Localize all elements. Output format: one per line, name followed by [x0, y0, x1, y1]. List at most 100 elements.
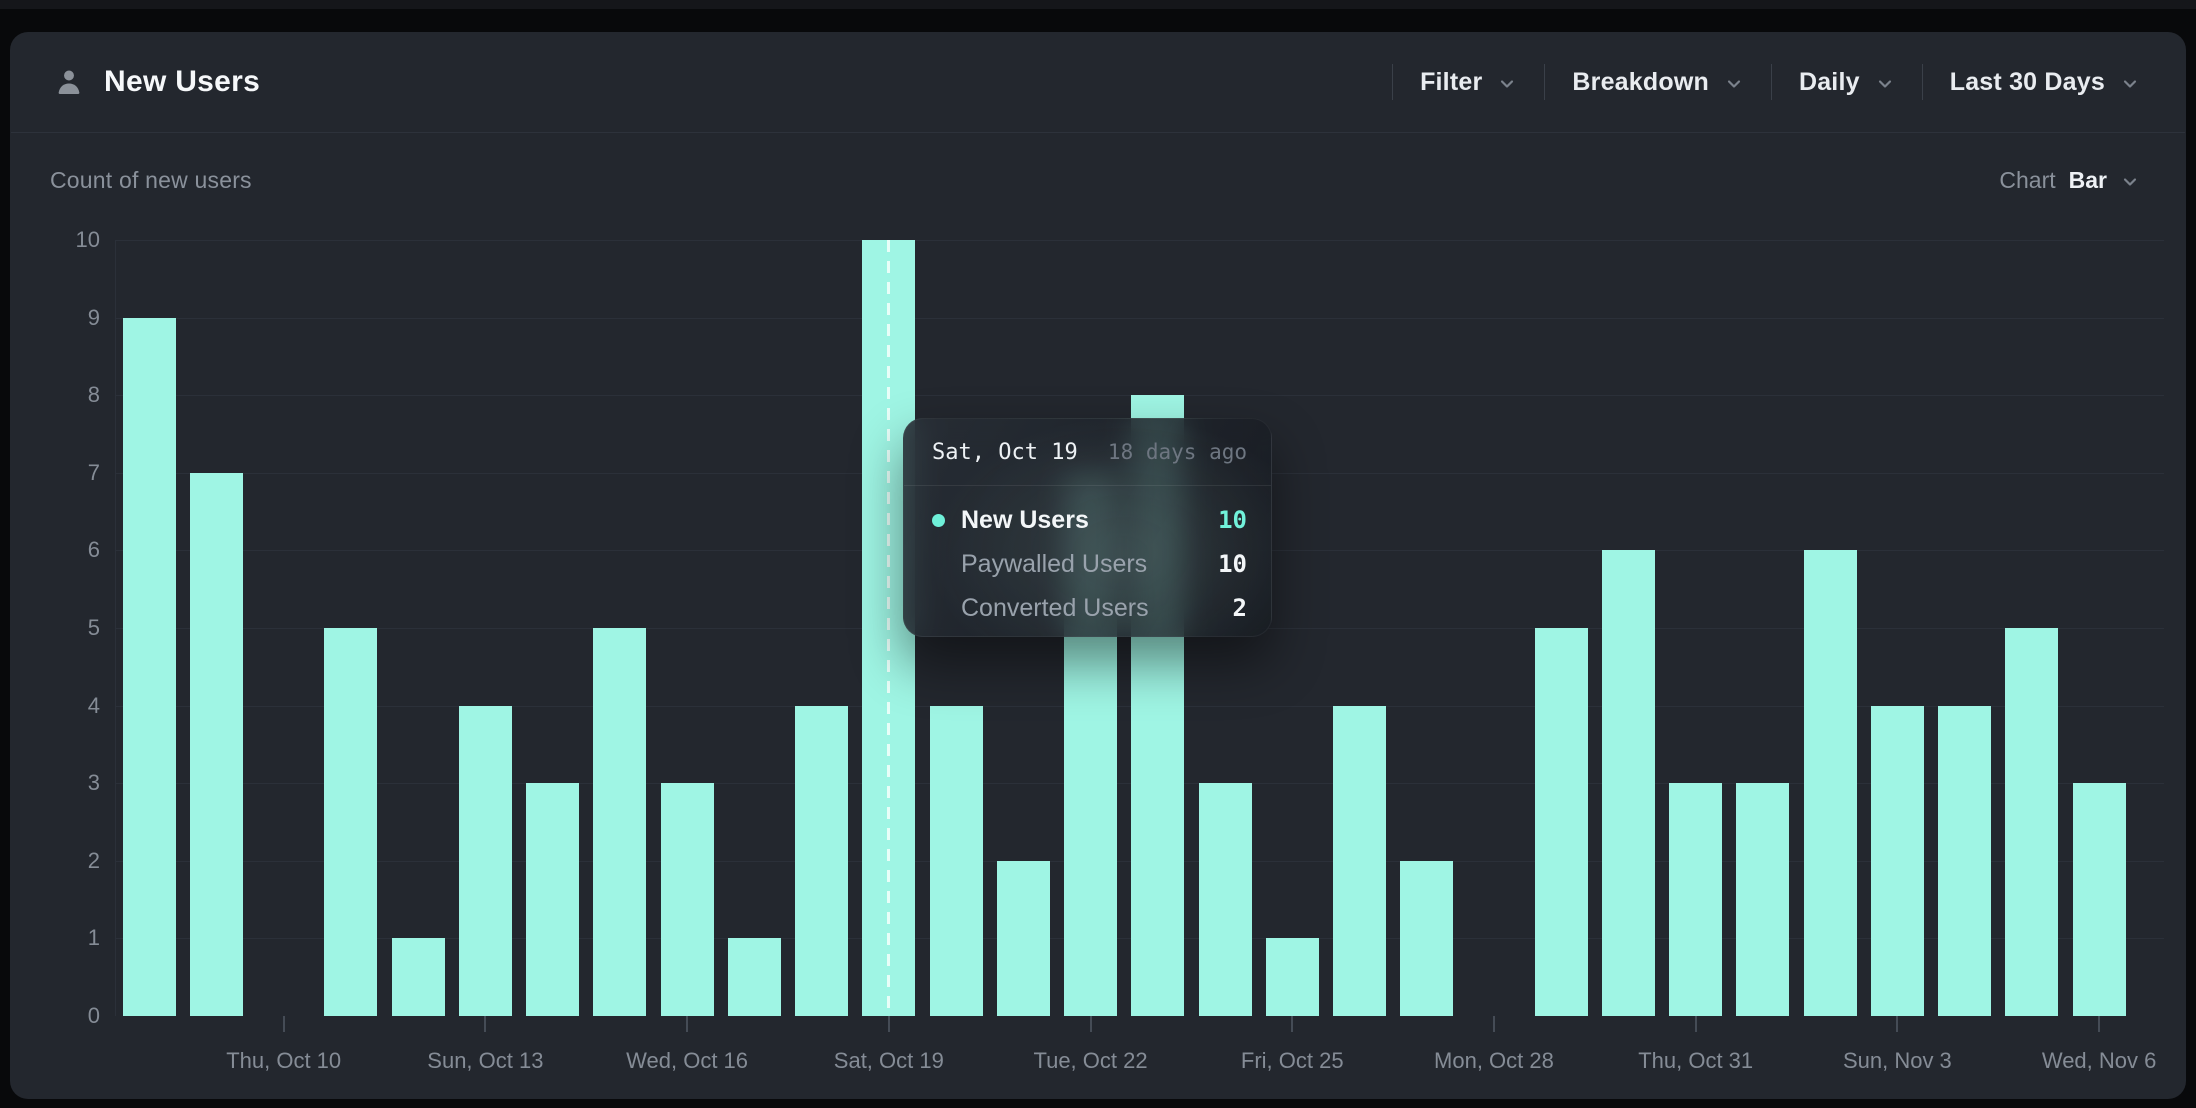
- bar[interactable]: [1333, 706, 1386, 1016]
- chart-subheader: Count of new users Chart Bar: [10, 150, 2186, 210]
- x-axis-tick: [1493, 1016, 1495, 1032]
- tooltip-row-converted-users: Converted Users 2: [932, 586, 1247, 630]
- chart-type-value: Bar: [2069, 167, 2107, 194]
- y-axis-tick-label: 0: [28, 1003, 100, 1029]
- x-axis-tick-label: Mon, Oct 28: [1434, 1048, 1554, 1074]
- tooltip-row-paywalled-users: Paywalled Users 10: [932, 542, 1247, 586]
- bar[interactable]: [1804, 550, 1857, 1016]
- y-axis-tick-label: 7: [28, 460, 100, 486]
- bar[interactable]: [324, 628, 377, 1016]
- analytics-page: New Users Filter Breakdown Daily: [0, 0, 2196, 1108]
- y-axis-tick-label: 5: [28, 615, 100, 641]
- tooltip-row-value: 10: [1218, 550, 1247, 578]
- x-axis-tick: [1090, 1016, 1092, 1032]
- bar[interactable]: [1669, 783, 1722, 1016]
- tooltip-row-value: 2: [1233, 594, 1247, 622]
- bar[interactable]: [728, 938, 781, 1016]
- date-range-label: Last 30 Days: [1950, 68, 2105, 97]
- y-axis-tick-label: 9: [28, 305, 100, 331]
- x-axis-tick: [484, 1016, 486, 1032]
- bar[interactable]: [795, 706, 848, 1016]
- bar[interactable]: [1602, 550, 1655, 1016]
- x-axis-tick-label: Tue, Oct 22: [1033, 1048, 1147, 1074]
- bar[interactable]: [526, 783, 579, 1016]
- chevron-down-icon: [1497, 74, 1517, 94]
- x-axis-tick-label: Sun, Nov 3: [1843, 1048, 1952, 1074]
- x-axis-tick-label: Wed, Nov 6: [2042, 1048, 2157, 1074]
- chevron-down-icon: [2120, 74, 2140, 94]
- bar[interactable]: [997, 861, 1050, 1016]
- y-axis-tick-label: 2: [28, 848, 100, 874]
- tooltip-row-label: Paywalled Users: [961, 550, 1147, 579]
- chevron-down-icon: [1875, 74, 1895, 94]
- x-axis-tick: [1896, 1016, 1898, 1032]
- y-axis-tick-label: 10: [28, 227, 100, 253]
- y-axis-tick-label: 4: [28, 693, 100, 719]
- y-axis-tick-label: 8: [28, 382, 100, 408]
- x-axis-tick-label: Sat, Oct 19: [834, 1048, 944, 1074]
- x-axis-tick-label: Thu, Oct 10: [226, 1048, 341, 1074]
- y-axis-tick-label: 3: [28, 770, 100, 796]
- bar[interactable]: [1199, 783, 1252, 1016]
- x-axis-tick: [283, 1016, 285, 1032]
- bar[interactable]: [190, 473, 243, 1016]
- y-axis-tick-label: 1: [28, 925, 100, 951]
- header-divider: [11, 132, 2185, 133]
- header-controls: Filter Breakdown Daily Las: [1392, 64, 2146, 100]
- y-axis-tick-label: 6: [28, 537, 100, 563]
- breakdown-dropdown[interactable]: Breakdown: [1545, 68, 1771, 97]
- x-axis-tick: [888, 1016, 890, 1032]
- breakdown-label: Breakdown: [1572, 68, 1709, 97]
- tooltip-rows: New Users 10 Paywalled Users 10 Converte…: [904, 486, 1271, 630]
- y-axis-line: [115, 240, 116, 1016]
- filter-dropdown[interactable]: Filter: [1393, 68, 1544, 97]
- x-axis-tick-label: Thu, Oct 31: [1638, 1048, 1753, 1074]
- filter-label: Filter: [1420, 68, 1482, 97]
- chevron-down-icon: [1724, 74, 1744, 94]
- chart-tooltip: Sat, Oct 19 18 days ago New Users 10 Pay…: [903, 418, 1272, 637]
- gridline: [115, 318, 2164, 319]
- tooltip-header: Sat, Oct 19 18 days ago: [904, 419, 1271, 486]
- bar[interactable]: [930, 706, 983, 1016]
- user-icon: [52, 65, 86, 99]
- bar[interactable]: [593, 628, 646, 1016]
- interval-label: Daily: [1799, 68, 1860, 97]
- tooltip-row-new-users: New Users 10: [932, 498, 1247, 542]
- hover-dashed-line: [887, 240, 890, 1016]
- tooltip-row-label: Converted Users: [961, 594, 1149, 623]
- interval-dropdown[interactable]: Daily: [1772, 68, 1922, 97]
- chart-type-dropdown[interactable]: Chart Bar: [1993, 166, 2146, 195]
- series-dot-icon: [932, 514, 945, 527]
- bar[interactable]: [1400, 861, 1453, 1016]
- bar[interactable]: [1871, 706, 1924, 1016]
- bar[interactable]: [1736, 783, 1789, 1016]
- bar[interactable]: [459, 706, 512, 1016]
- tooltip-date: Sat, Oct 19: [932, 440, 1078, 465]
- x-axis-tick-label: Fri, Oct 25: [1241, 1048, 1344, 1074]
- bar[interactable]: [1266, 938, 1319, 1016]
- chart-type-caption: Chart: [1999, 167, 2055, 194]
- chevron-down-icon: [2120, 172, 2140, 192]
- card-header: New Users Filter Breakdown Daily: [10, 32, 2186, 132]
- tooltip-row-value: 10: [1218, 506, 1247, 534]
- bar[interactable]: [1938, 706, 1991, 1016]
- x-axis-tick: [1695, 1016, 1697, 1032]
- card-header-left: New Users: [52, 65, 260, 99]
- date-range-dropdown[interactable]: Last 30 Days: [1923, 68, 2146, 97]
- card-title: New Users: [104, 65, 260, 99]
- x-axis-tick: [1291, 1016, 1293, 1032]
- bar[interactable]: [123, 318, 176, 1016]
- x-axis-tick-label: Sun, Oct 13: [427, 1048, 543, 1074]
- gridline: [115, 240, 2164, 241]
- x-axis-tick-label: Wed, Oct 16: [626, 1048, 748, 1074]
- bar[interactable]: [2073, 783, 2126, 1016]
- x-axis-tick: [686, 1016, 688, 1032]
- x-axis-tick: [2098, 1016, 2100, 1032]
- tooltip-relative-time: 18 days ago: [1108, 440, 1247, 464]
- bar[interactable]: [2005, 628, 2058, 1016]
- bar[interactable]: [661, 783, 714, 1016]
- tooltip-row-label: New Users: [961, 506, 1089, 535]
- bar[interactable]: [1535, 628, 1588, 1016]
- bar[interactable]: [392, 938, 445, 1016]
- metric-label: Count of new users: [50, 167, 252, 194]
